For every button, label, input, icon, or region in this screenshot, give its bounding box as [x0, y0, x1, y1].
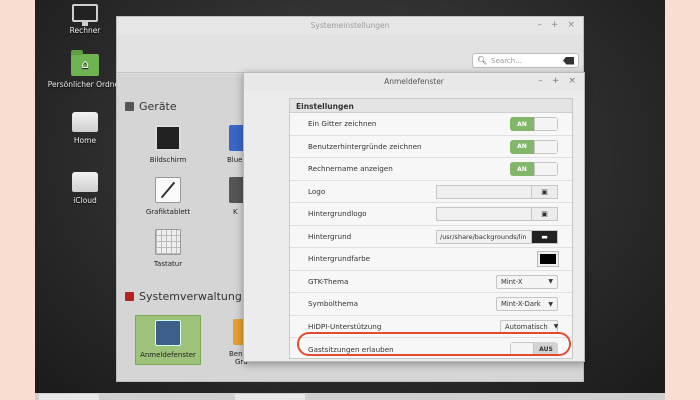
toggle-state: AN: [510, 117, 534, 131]
setting-row-gitter: Ein Gitter zeichnen AN: [290, 113, 572, 136]
window-titlebar[interactable]: Systemeinstellungen – + ×: [117, 17, 583, 35]
minimize-icon[interactable]: –: [537, 20, 542, 30]
hardware-section-icon: [125, 102, 134, 111]
admin-section-icon: [125, 292, 134, 301]
applet-bildschirm[interactable]: Bildschirm: [135, 125, 201, 164]
chevron-down-icon: ▼: [548, 278, 553, 285]
maximize-icon[interactable]: +: [551, 20, 559, 30]
file-path: /usr/share/backgrounds/lin: [437, 230, 531, 243]
hintergrund-file-field[interactable]: /usr/share/backgrounds/lin ▬: [436, 229, 558, 244]
setting-row-rechnername: Rechnername anzeigen AN: [290, 158, 572, 181]
setting-label: Hintergrundfarbe: [308, 254, 371, 264]
setting-row-logo: Logo ▣: [290, 181, 572, 203]
section-title: Systemverwaltung: [139, 290, 242, 303]
toolbar: 🔍︎ Search...: [117, 35, 583, 73]
drive-icon: [72, 112, 98, 132]
maximize-icon[interactable]: +: [552, 76, 560, 86]
keyboard-icon: [155, 229, 181, 255]
panel-title: Einstellungen: [290, 99, 572, 113]
close-icon[interactable]: ×: [567, 20, 575, 30]
setting-row-symbolthema: Symbolthema Mint-X-Dark ▼: [290, 293, 572, 316]
taskbar-window-item[interactable]: [235, 394, 305, 400]
display-icon: [155, 125, 181, 151]
open-file-icon[interactable]: ▣: [531, 185, 557, 198]
applet-anmeldefenster[interactable]: Anmeldefenster: [135, 315, 201, 365]
chevron-down-icon: ▼: [553, 323, 559, 330]
setting-row-benutzerhintergruende: Benutzerhintergründe zeichnen AN: [290, 136, 572, 158]
section-hardware: Geräte: [125, 100, 177, 113]
toggle-state: AN: [510, 139, 534, 154]
home-folder-icon: [71, 50, 99, 76]
setting-row-hidpi: HiDPI-Unterstützung Automatisch ▼: [290, 316, 572, 338]
applet-label: Bildschirm: [149, 156, 187, 164]
settings-panel: Einstellungen Ein Gitter zeichnen AN Ben…: [289, 98, 573, 359]
select-value: Automatisch: [505, 322, 548, 331]
login-window-icon: [155, 320, 181, 346]
applet-label: Anmeldefenster: [140, 351, 196, 359]
file-path: [437, 208, 531, 220]
setting-row-hintergrundlogo: Hintergrundlogo ▣: [290, 203, 572, 226]
close-icon[interactable]: ×: [568, 76, 576, 86]
setting-row-gtk-thema: GTK-Thema Mint-X ▼: [290, 271, 572, 293]
open-file-icon[interactable]: ▣: [531, 208, 557, 220]
gitter-toggle[interactable]: AN: [510, 117, 558, 131]
benutzerhintergruende-toggle[interactable]: AN: [510, 139, 558, 154]
color-picker-button[interactable]: [537, 251, 559, 267]
tablet-icon: [155, 177, 181, 203]
drive-icon: [72, 172, 98, 192]
toggle-state: AN: [510, 162, 534, 176]
login-window-dialog: Anmeldefenster – + × Einstellungen Ein G…: [243, 72, 585, 362]
select-value: Mint-X-Dark: [501, 300, 541, 308]
chevron-down-icon: ▼: [548, 300, 553, 308]
applet-tastatur[interactable]: Tastatur: [135, 229, 201, 268]
applet-label: Grafiktablett: [145, 208, 191, 216]
minimize-icon[interactable]: –: [538, 76, 543, 86]
rechnername-toggle[interactable]: AN: [510, 162, 558, 176]
section-title: Geräte: [139, 100, 177, 113]
setting-row-hintergrund: Hintergrund /usr/share/backgrounds/lin ▬: [290, 226, 572, 248]
setting-row-hintergrundfarbe: Hintergrundfarbe: [290, 248, 572, 271]
file-path: [437, 185, 531, 198]
icon-theme-select[interactable]: Mint-X-Dark ▼: [496, 297, 558, 311]
image-preview-icon[interactable]: ▬: [531, 230, 557, 243]
taskbar-launchers[interactable]: [39, 394, 99, 400]
applet-grafiktablett[interactable]: Grafiktablett: [135, 177, 201, 216]
taskbar: [35, 393, 665, 400]
search-icon: 🔍︎: [477, 56, 488, 65]
gastsitzungen-toggle[interactable]: AUS: [510, 342, 558, 356]
hidpi-select[interactable]: Automatisch ▼: [500, 319, 559, 334]
applet-label: Tastatur: [153, 260, 183, 268]
window-title: Systemeinstellungen: [310, 21, 390, 30]
clear-icon[interactable]: [563, 56, 574, 65]
toggle-state: AUS: [534, 342, 558, 356]
search-input[interactable]: 🔍︎ Search...: [472, 53, 579, 68]
section-admin: Systemverwaltung: [125, 290, 242, 303]
hintergrundlogo-file-field[interactable]: ▣: [436, 207, 558, 221]
dialog-title: Anmeldefenster: [384, 77, 444, 86]
gtk-theme-select[interactable]: Mint-X ▼: [496, 274, 558, 289]
computer-icon: [72, 4, 98, 26]
dialog-titlebar[interactable]: Anmeldefenster – + ×: [244, 73, 584, 91]
setting-row-gastsitzungen: Gastsitzungen erlauben AUS: [290, 338, 572, 361]
search-placeholder: Search...: [491, 56, 522, 65]
select-value: Mint-X: [501, 277, 523, 286]
logo-file-field[interactable]: ▣: [436, 184, 558, 199]
